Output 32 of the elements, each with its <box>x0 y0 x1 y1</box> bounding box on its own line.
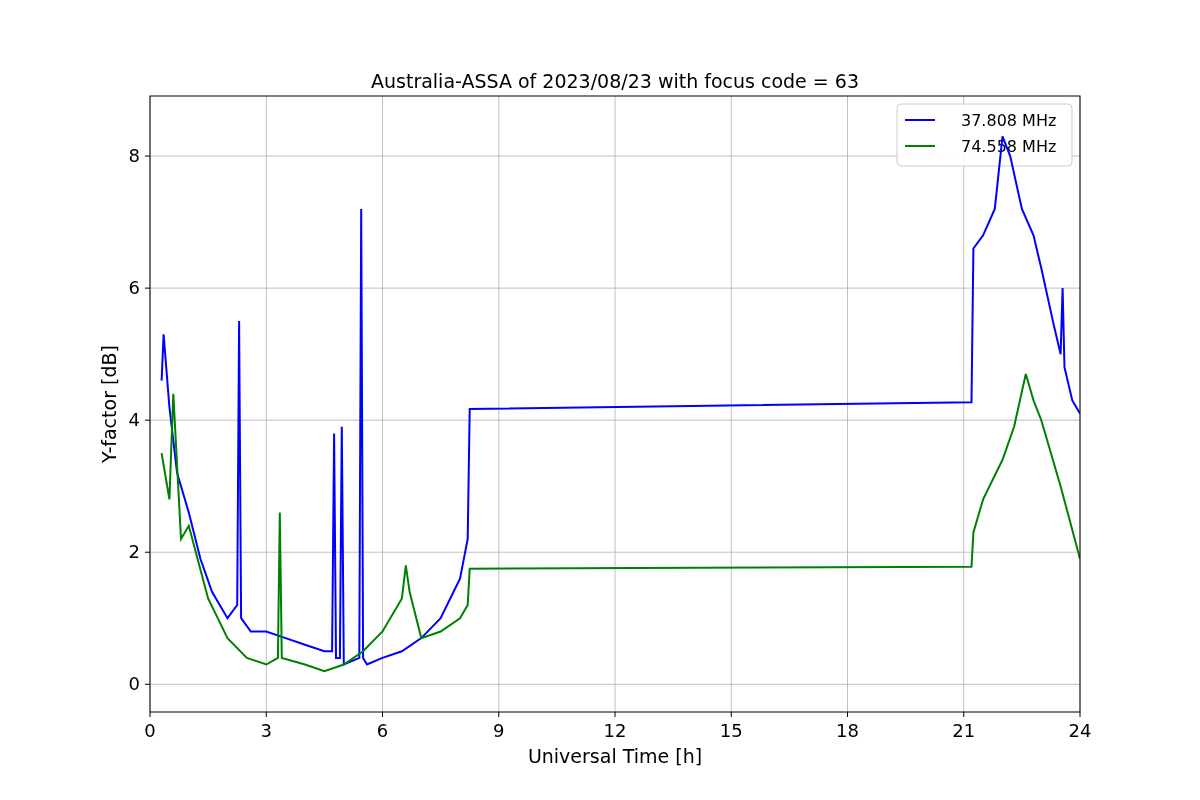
y-tick-label: 6 <box>128 277 140 299</box>
x-tick-label: 9 <box>493 720 505 741</box>
tick-mark <box>1079 711 1081 718</box>
tick-mark <box>498 711 500 718</box>
tick-mark <box>144 551 151 553</box>
tick-mark <box>144 155 151 157</box>
y-tick-label: 8 <box>128 145 140 167</box>
y-tick-label: 0 <box>128 673 140 695</box>
x-tick-label: 0 <box>144 720 156 741</box>
tick-mark <box>382 711 383 718</box>
x-tick-label: 15 <box>719 720 743 741</box>
x-tick-label: 18 <box>836 720 859 741</box>
y-tick-label: 4 <box>128 409 140 431</box>
x-tick-label: 24 <box>1068 720 1092 741</box>
tick-mark <box>963 711 965 718</box>
tick-mark <box>144 683 151 685</box>
tick-mark <box>730 711 732 718</box>
legend-label: 37.808 MHz <box>961 111 1057 130</box>
x-tick-label: 12 <box>603 720 627 741</box>
tick-mark <box>265 711 267 718</box>
tick-mark <box>847 711 848 718</box>
tick-mark <box>149 711 151 718</box>
x-axis-label: Universal Time [h] <box>527 745 703 767</box>
x-tick-label: 21 <box>952 720 976 741</box>
tick-mark <box>144 419 151 421</box>
tick-mark <box>144 287 151 289</box>
y-tick-label: 2 <box>128 541 140 563</box>
tick-mark <box>614 711 616 718</box>
x-tick-label: 3 <box>260 720 272 741</box>
chart-title: Australia-ASSA of 2023/08/23 with focus code = 63 <box>371 70 859 92</box>
x-tick-label: 6 <box>376 720 389 741</box>
y-axis-label: Y-factor [dB] <box>98 345 120 463</box>
